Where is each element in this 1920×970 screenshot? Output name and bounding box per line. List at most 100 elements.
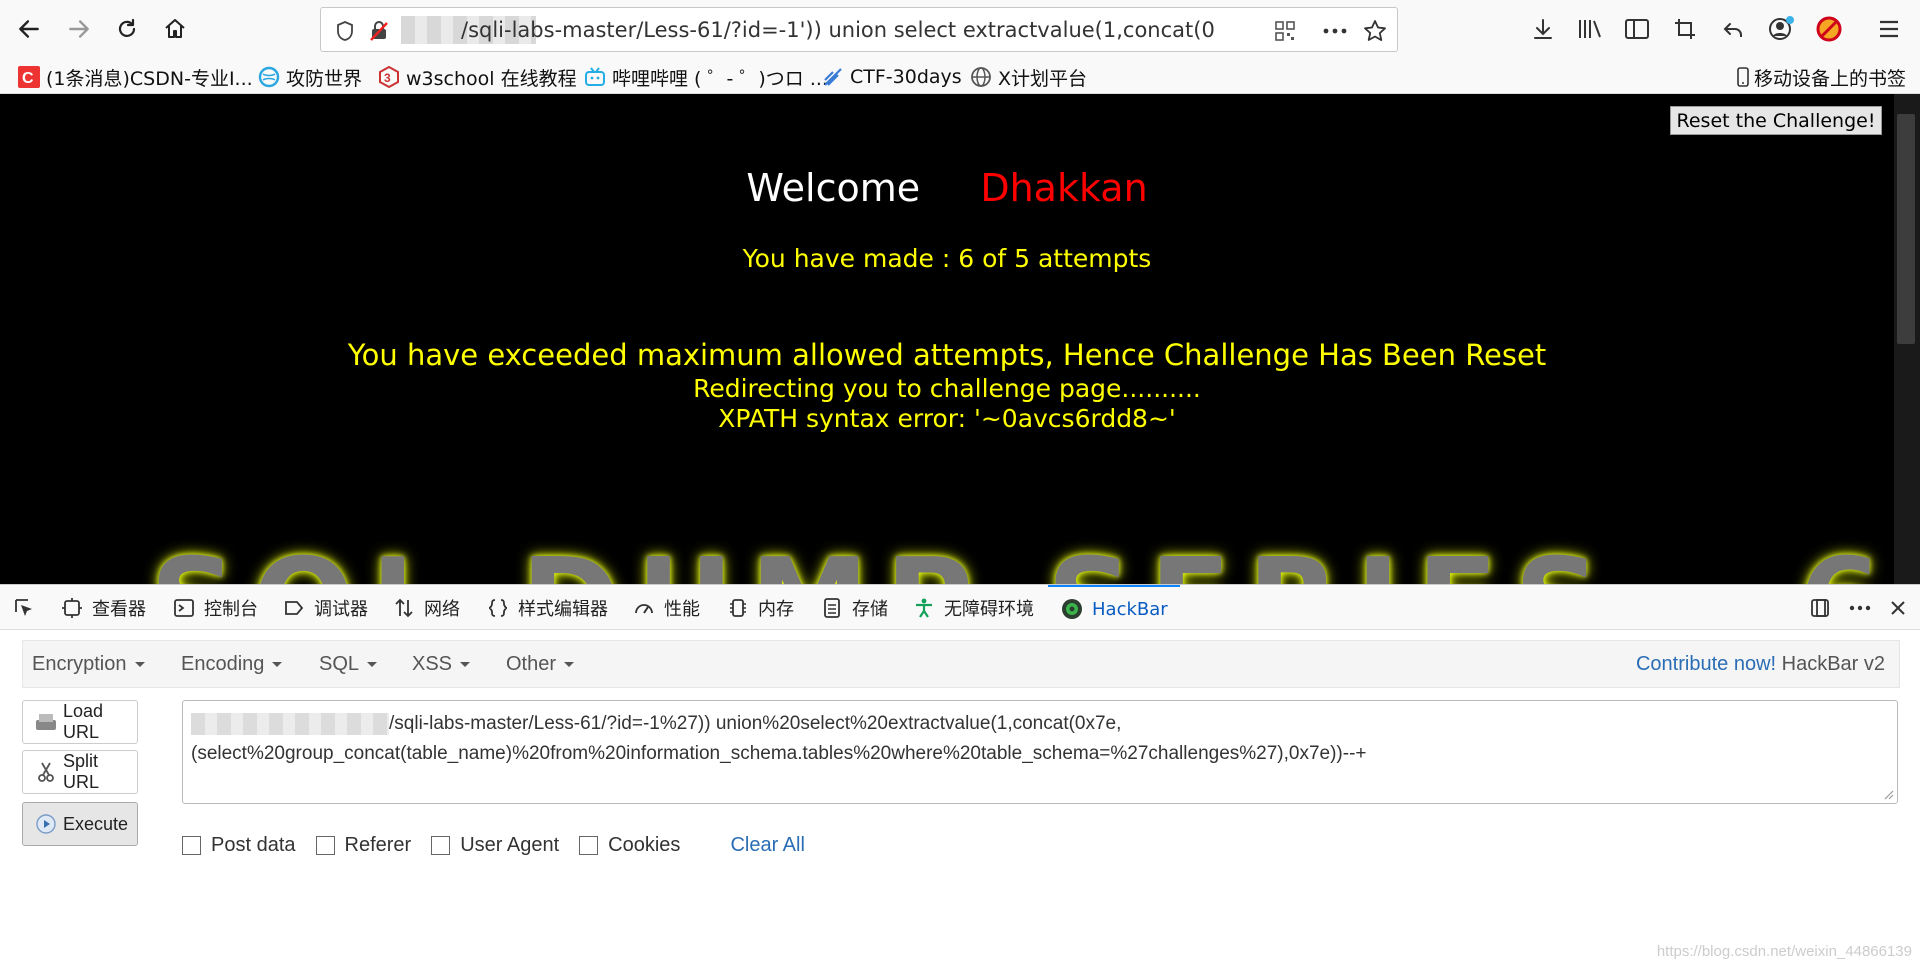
username-text: Dhakkan (980, 166, 1148, 210)
downloads-icon[interactable] (1526, 12, 1560, 46)
memory-icon (726, 596, 750, 620)
url-text[interactable]: /sqli-labs-master/Less-61/?id=-1')) unio… (461, 18, 1271, 42)
forward-button[interactable] (60, 10, 98, 48)
clear-all-link[interactable]: Clear All (730, 834, 804, 857)
tab-network[interactable]: 网络 (392, 585, 460, 631)
mobile-bookmarks[interactable]: 移动设备上的书签 (1736, 64, 1906, 90)
cookies-checkbox[interactable] (579, 835, 599, 855)
bookmarks-toolbar: C (1条消息)CSDN-专业I... 攻防世界 3 w3school 在线教程… (0, 60, 1920, 94)
tab-performance[interactable]: 性能 (632, 585, 700, 631)
menu-other[interactable]: Other (506, 653, 575, 676)
console-icon (172, 596, 196, 620)
mobile-device-icon (1736, 66, 1750, 88)
xpath-error-message: XPATH syntax error: '~0avcs6rdd8~' (718, 404, 1176, 433)
devtools-more-button[interactable] (1848, 585, 1880, 631)
back-button[interactable] (10, 10, 48, 48)
menu-encryption[interactable]: Encryption (32, 653, 145, 676)
hackbar-menubar: Encryption Encoding SQL XSS Other Contri… (22, 640, 1900, 688)
blocker-extension-icon[interactable] (1812, 12, 1846, 46)
bookmark-csdn[interactable]: C (1条消息)CSDN-专业I... (18, 64, 253, 90)
split-url-button[interactable]: Split URL (22, 750, 138, 794)
contribute-link[interactable]: Contribute now! (1636, 653, 1776, 675)
post-data-checkbox[interactable] (182, 835, 201, 855)
bookmark-bilibili[interactable]: 哔哩哔哩 ( ゜- ゜)つロ ... (584, 64, 828, 90)
hackbar-options: Post data Referer User Agent Cookies Cle… (182, 830, 805, 860)
sidebar-icon[interactable] (1620, 12, 1654, 46)
option-cookies[interactable]: Cookies (579, 834, 680, 857)
performance-icon (632, 596, 656, 620)
caret-down-icon (272, 662, 283, 668)
page-scrollbar[interactable] (1894, 94, 1920, 584)
bilibili-icon (584, 66, 606, 88)
debugger-icon (282, 596, 306, 620)
library-icon[interactable] (1573, 12, 1607, 46)
bookmark-xplan[interactable]: X计划平台 (970, 64, 1087, 90)
back-arrow-icon (19, 20, 39, 38)
hackbar-url-textarea[interactable]: /sqli-labs-master/Less-61/?id=-1%27)) un… (182, 700, 1898, 804)
dock-mode-button[interactable] (1808, 585, 1840, 631)
bookmark-gongfang[interactable]: 攻防世界 (258, 64, 362, 90)
tab-accessibility[interactable]: 无障碍环境 (912, 585, 1034, 631)
qr-code-icon[interactable] (1271, 17, 1299, 45)
url-line-1: /sqli-labs-master/Less-61/?id=-1%27)) un… (191, 709, 1889, 739)
bookmark-w3school[interactable]: 3 w3school 在线教程 (378, 64, 577, 90)
pick-element-button[interactable] (12, 585, 44, 631)
url-line-2: (select%20group_concat(table_name)%20fro… (191, 743, 1367, 764)
shield-icon[interactable] (331, 17, 359, 45)
tab-console[interactable]: 控制台 (172, 585, 258, 631)
bookmark-ctf30days[interactable]: CTF-30days (822, 64, 962, 90)
page-actions-icon[interactable] (1321, 17, 1349, 45)
tab-style-editor[interactable]: 样式编辑器 (486, 585, 608, 631)
pick-element-icon (12, 596, 36, 620)
hackbar-version: HackBar v2 (1781, 653, 1885, 675)
load-url-button[interactable]: Load URL (22, 700, 138, 744)
tab-inspector[interactable]: 查看器 (60, 585, 146, 631)
option-referer[interactable]: Referer (315, 834, 411, 857)
network-icon (392, 596, 416, 620)
load-url-icon (35, 711, 57, 733)
attempts-text: You have made : 6 of 5 attempts (742, 244, 1152, 273)
tab-debugger[interactable]: 调试器 (282, 585, 368, 631)
home-button[interactable] (156, 10, 194, 48)
page-content: Reset the Challenge! Welcome Dhakkan You… (0, 94, 1920, 584)
inspector-icon (60, 596, 84, 620)
menu-icon[interactable] (1872, 12, 1906, 46)
insecure-lock-icon[interactable] (365, 17, 393, 45)
welcome-text: Welcome (746, 166, 921, 210)
close-icon (1886, 596, 1910, 620)
ctf-icon (822, 66, 844, 88)
execute-button[interactable]: Execute (22, 802, 138, 846)
account-icon[interactable] (1764, 12, 1798, 46)
menu-sql[interactable]: SQL (319, 653, 378, 676)
devtools-tabbar: 查看器 控制台 调试器 网络 样式编辑器 性能 内存 存储 无障碍环境 Hack… (0, 584, 1920, 630)
url-bar[interactable]: /sqli-labs-master/Less-61/?id=-1')) unio… (320, 7, 1398, 52)
user-agent-checkbox[interactable] (431, 835, 451, 855)
globe-icon (258, 66, 280, 88)
resize-handle-icon[interactable] (1882, 788, 1894, 800)
devtools-close-button[interactable] (1886, 585, 1918, 631)
play-icon (35, 813, 57, 835)
welcome-line: Welcome Dhakkan (0, 166, 1894, 210)
tab-storage[interactable]: 存储 (820, 585, 888, 631)
undo-icon[interactable] (1716, 12, 1750, 46)
style-editor-icon (486, 596, 510, 620)
csdn-icon: C (18, 66, 40, 88)
menu-xss[interactable]: XSS (412, 653, 471, 676)
option-user-agent[interactable]: User Agent (431, 834, 559, 857)
crop-icon[interactable] (1668, 12, 1702, 46)
option-post-data[interactable]: Post data (182, 834, 296, 857)
browser-toolbar: /sqli-labs-master/Less-61/?id=-1')) unio… (0, 0, 1920, 60)
reset-challenge-button[interactable]: Reset the Challenge! (1670, 106, 1882, 135)
menu-encoding[interactable]: Encoding (181, 653, 283, 676)
storage-icon (820, 596, 844, 620)
tab-hackbar[interactable]: HackBar (1048, 585, 1180, 631)
referer-checkbox[interactable] (315, 835, 335, 855)
bookmark-star-icon[interactable] (1361, 17, 1389, 45)
tab-memory[interactable]: 内存 (726, 585, 794, 631)
reload-button[interactable] (108, 10, 146, 48)
exceeded-message: You have exceeded maximum allowed attemp… (347, 338, 1547, 372)
dock-icon (1808, 596, 1832, 620)
more-options-icon (1848, 596, 1872, 620)
scrollbar-thumb[interactable] (1897, 114, 1915, 344)
accessibility-icon (912, 596, 936, 620)
